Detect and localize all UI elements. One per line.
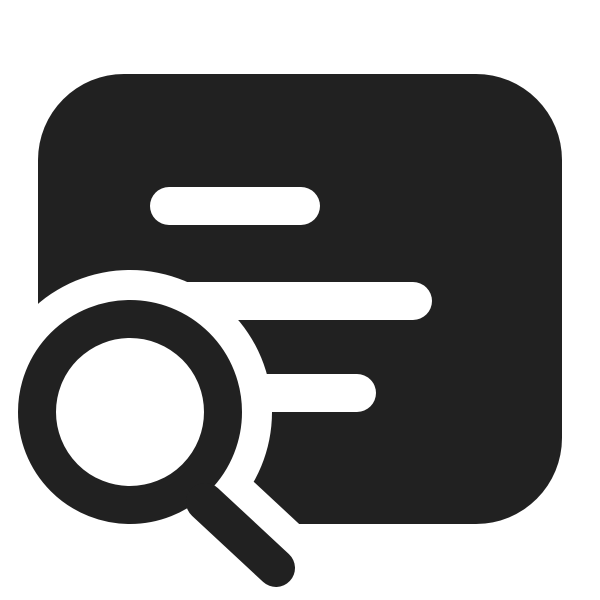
document-line-1 <box>150 187 320 225</box>
magnifier-lens <box>18 300 242 524</box>
document-search-icon <box>18 74 562 587</box>
document-line-2 <box>150 282 432 320</box>
icon-canvas <box>0 0 600 600</box>
